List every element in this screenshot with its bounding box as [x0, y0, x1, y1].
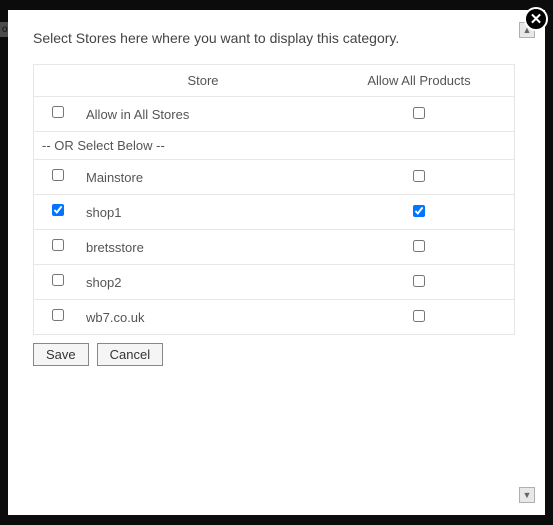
- store-name: bretsstore: [82, 232, 324, 263]
- store-name: shop2: [82, 267, 324, 298]
- store-select-checkbox[interactable]: [52, 274, 64, 286]
- store-allow-checkbox[interactable]: [413, 240, 425, 252]
- all-stores-row: Allow in All Stores: [34, 97, 514, 132]
- header-check-col: [34, 65, 82, 96]
- all-stores-select-checkbox[interactable]: [52, 106, 64, 118]
- table-header: Store Allow All Products: [34, 65, 514, 97]
- table-row: bretsstore: [34, 230, 514, 265]
- store-select-checkbox[interactable]: [52, 309, 64, 321]
- table-row: Mainstore: [34, 160, 514, 195]
- store-table: Store Allow All Products Allow in All St…: [33, 64, 515, 335]
- store-name: shop1: [82, 197, 324, 228]
- table-row: wb7.co.uk: [34, 300, 514, 334]
- store-allow-checkbox[interactable]: [413, 170, 425, 182]
- store-select-checkbox[interactable]: [52, 204, 64, 216]
- save-button[interactable]: Save: [33, 343, 89, 366]
- store-name: wb7.co.uk: [82, 302, 324, 333]
- modal-content: Select Stores here where you want to dis…: [8, 10, 545, 515]
- table-row: shop1: [34, 195, 514, 230]
- store-allow-checkbox[interactable]: [413, 310, 425, 322]
- table-row: shop2: [34, 265, 514, 300]
- header-allow: Allow All Products: [324, 65, 514, 96]
- store-name: Mainstore: [82, 162, 324, 193]
- instruction-text: Select Stores here where you want to dis…: [33, 30, 515, 46]
- store-select-modal: ✕ ▲ ▼ Select Stores here where you want …: [8, 10, 545, 515]
- store-allow-checkbox[interactable]: [413, 275, 425, 287]
- store-select-checkbox[interactable]: [52, 169, 64, 181]
- button-row: Save Cancel: [33, 343, 515, 366]
- all-stores-allow-checkbox[interactable]: [413, 107, 425, 119]
- cancel-button[interactable]: Cancel: [97, 343, 163, 366]
- scroll-down-button[interactable]: ▼: [519, 487, 535, 503]
- all-stores-label: Allow in All Stores: [82, 99, 324, 130]
- separator-row: -- OR Select Below --: [34, 132, 514, 160]
- close-icon[interactable]: ✕: [524, 7, 548, 31]
- store-select-checkbox[interactable]: [52, 239, 64, 251]
- header-store: Store: [82, 65, 324, 96]
- store-allow-checkbox[interactable]: [413, 205, 425, 217]
